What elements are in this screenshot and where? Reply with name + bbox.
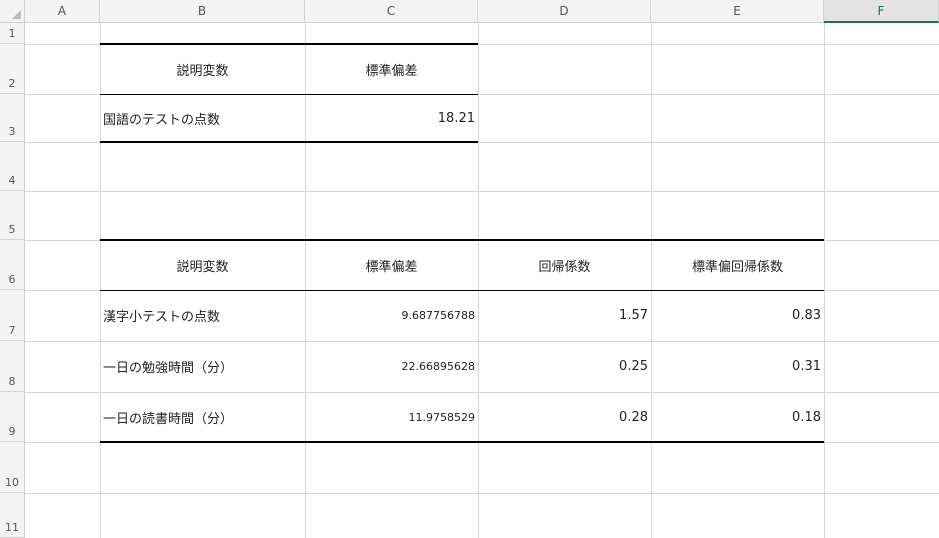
table1-bottom-border: [100, 141, 478, 143]
select-all-corner[interactable]: [0, 0, 25, 23]
spreadsheet-grid[interactable]: A B C D E F 1 2 3 4 5 6 7 8 9 10 11 説明変数 標準偏差 国語のテストの点数 18.2…: [0, 0, 939, 538]
grid-col-line-5: [824, 23, 825, 538]
table2-data-cell[interactable]: 22.66895628: [305, 341, 478, 392]
table1-header-cell[interactable]: 説明変数: [100, 44, 305, 94]
table2-header-border: [100, 290, 824, 291]
row-header-9[interactable]: 9: [0, 392, 25, 442]
table1-data-cell[interactable]: 18.21: [305, 94, 478, 142]
column-header-a[interactable]: A: [25, 0, 100, 23]
table2-top-border: [100, 239, 824, 241]
row-header-11[interactable]: 11: [0, 493, 25, 538]
row-header-7[interactable]: 7: [0, 290, 25, 341]
column-header-b[interactable]: B: [100, 0, 305, 23]
select-all-triangle-icon: [12, 10, 21, 19]
table2-data-cell[interactable]: 11.9758529: [305, 392, 478, 442]
column-header-c[interactable]: C: [305, 0, 478, 23]
table1-header-border: [100, 94, 478, 95]
table2-header-cell[interactable]: 標準偏差: [305, 240, 478, 290]
table2-data-cell[interactable]: 0.18: [651, 392, 824, 442]
table2-data-cell[interactable]: 0.28: [478, 392, 651, 442]
table2-data-cell[interactable]: 1.57: [478, 290, 651, 341]
grid-row-line-4: [25, 191, 939, 192]
table2-data-cell[interactable]: 9.687756788: [305, 290, 478, 341]
table2-data-cell[interactable]: 0.25: [478, 341, 651, 392]
row-header-10[interactable]: 10: [0, 442, 25, 493]
row-header-8[interactable]: 8: [0, 341, 25, 392]
column-header-e[interactable]: E: [651, 0, 824, 23]
table2-header-cell[interactable]: 回帰係数: [478, 240, 651, 290]
table2-data-cell[interactable]: 漢字小テストの点数: [100, 290, 305, 341]
row-header-2[interactable]: 2: [0, 44, 25, 94]
table2-data-cell[interactable]: 0.83: [651, 290, 824, 341]
table2-data-cell[interactable]: 0.31: [651, 341, 824, 392]
row-header-6[interactable]: 6: [0, 240, 25, 290]
row-header-1[interactable]: 1: [0, 23, 25, 44]
table2-header-cell[interactable]: 標準偏回帰係数: [651, 240, 824, 290]
column-header-f[interactable]: F: [824, 0, 939, 23]
table1-data-cell[interactable]: 国語のテストの点数: [100, 94, 305, 142]
column-header-d[interactable]: D: [478, 0, 651, 23]
row-header-3[interactable]: 3: [0, 94, 25, 142]
table2-data-cell[interactable]: 一日の勉強時間（分）: [100, 341, 305, 392]
row-header-5[interactable]: 5: [0, 191, 25, 240]
table2-header-cell[interactable]: 説明変数: [100, 240, 305, 290]
table2-bottom-border: [100, 441, 824, 443]
row-header-4[interactable]: 4: [0, 142, 25, 191]
table1-top-border: [100, 43, 478, 45]
grid-row-line-10: [25, 493, 939, 494]
table2-data-cell[interactable]: 一日の読書時間（分）: [100, 392, 305, 442]
table1-header-cell[interactable]: 標準偏差: [305, 44, 478, 94]
